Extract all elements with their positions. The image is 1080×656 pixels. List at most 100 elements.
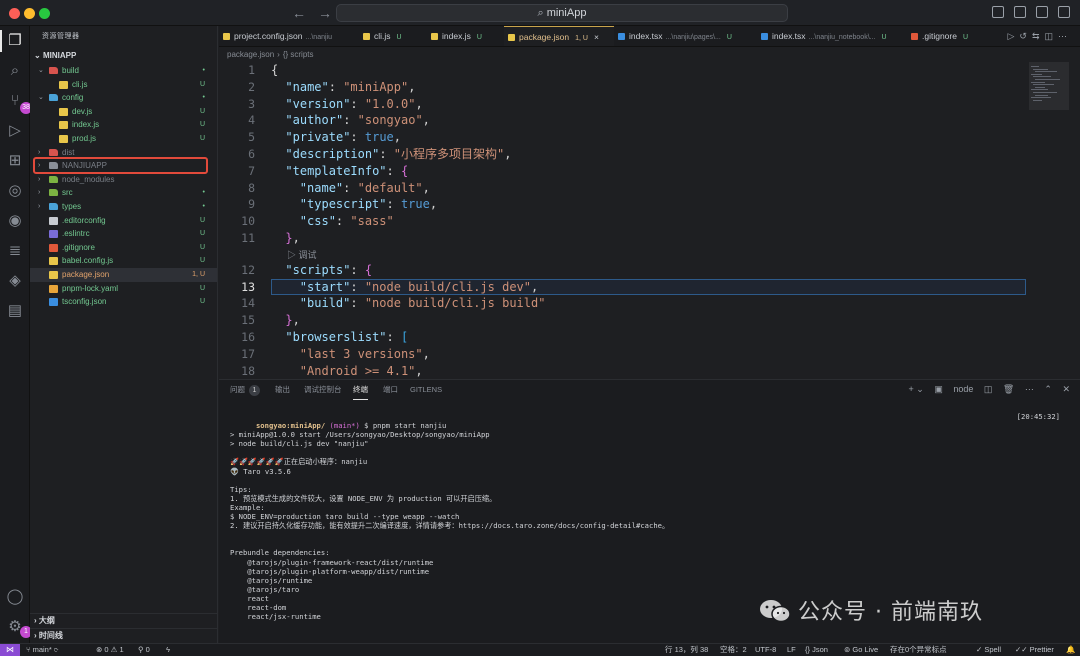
- zoom-window-button[interactable]: [39, 8, 50, 19]
- toggle-secondary-sidebar-icon[interactable]: [1036, 6, 1048, 18]
- git-status-badge: U: [199, 230, 205, 238]
- git-status-badge: U: [199, 216, 205, 224]
- tree-file[interactable]: dev.js U: [30, 105, 217, 119]
- account-icon[interactable]: ◯: [6, 588, 24, 606]
- tree-file[interactable]: prod.js U: [30, 132, 217, 146]
- remote-indicator-icon[interactable]: ⋈: [0, 644, 20, 656]
- exception-breakpoints[interactable]: 存在0个异常标点: [890, 644, 947, 656]
- language-mode[interactable]: {} Json: [805, 644, 828, 656]
- more-actions-icon[interactable]: ⋯: [1058, 31, 1072, 41]
- minimize-window-button[interactable]: [24, 8, 35, 19]
- database-icon[interactable]: ≣: [6, 242, 24, 260]
- editor-tab[interactable]: cli.js U: [359, 26, 427, 46]
- layers-icon[interactable]: ◈: [6, 272, 24, 290]
- close-tab-icon[interactable]: ×: [594, 32, 599, 42]
- spell-check[interactable]: ✓ Spell: [976, 644, 1001, 656]
- editor-tab[interactable]: index.tsx ...\nanjiu_notebook\... U: [757, 26, 907, 46]
- tree-folder[interactable]: ⌄ config •: [30, 91, 217, 105]
- outline-section[interactable]: › 大纲: [30, 613, 218, 627]
- terminal-shell[interactable]: ▣ node: [934, 384, 973, 394]
- line-number: 16: [241, 330, 255, 344]
- history-icon[interactable]: ↺: [1019, 31, 1032, 41]
- panel-tab[interactable]: 终端: [353, 380, 368, 400]
- forward-arrow-icon[interactable]: →: [318, 5, 332, 21]
- chevron-right-icon[interactable]: ›: [38, 186, 46, 200]
- file-icon: [431, 33, 438, 40]
- chevron-right-icon[interactable]: ›: [38, 200, 46, 214]
- indentation[interactable]: 空格：2: [720, 644, 747, 656]
- tree-file[interactable]: tsconfig.json U: [30, 295, 217, 309]
- warning-count: 1: [119, 645, 124, 654]
- split-editor-icon[interactable]: ◫: [1044, 31, 1058, 41]
- settings-gear-icon[interactable]: ⚙ 1: [6, 618, 32, 638]
- breadcrumb-file[interactable]: package.json: [227, 50, 274, 59]
- library-icon[interactable]: ▤: [6, 302, 24, 320]
- tree-file[interactable]: .eslintrc U: [30, 227, 217, 241]
- command-center-search[interactable]: ⌕ miniApp: [336, 4, 788, 22]
- explorer-icon[interactable]: ❐: [6, 32, 24, 50]
- panel-tab[interactable]: 输出: [275, 380, 290, 400]
- editor-tab[interactable]: .gitignore U: [907, 26, 985, 46]
- end-of-line[interactable]: LF: [787, 644, 796, 656]
- terminal-output[interactable]: songyao:miniApp/ (main*) $ pnpm start na…: [230, 412, 1070, 621]
- run-debug-icon[interactable]: ▷: [6, 122, 24, 140]
- tree-file[interactable]: .editorconfig U: [30, 214, 217, 228]
- workspace-section-header[interactable]: ⌄ MINIAPP: [30, 48, 217, 64]
- chevron-right-icon[interactable]: ›: [38, 173, 46, 187]
- minimap-viewport[interactable]: [1029, 62, 1069, 110]
- tree-file[interactable]: index.js U: [30, 118, 217, 132]
- timeline-section[interactable]: › 时间线: [30, 628, 218, 642]
- split-terminal-icon[interactable]: ◫: [984, 384, 993, 394]
- tree-file[interactable]: cli.js U: [30, 78, 217, 92]
- customize-layout-icon[interactable]: [1058, 6, 1070, 18]
- source-control-icon[interactable]: ⑂ 38: [6, 92, 32, 114]
- close-window-button[interactable]: [9, 8, 20, 19]
- tree-folder[interactable]: › types •: [30, 200, 217, 214]
- gitlens-icon[interactable]: ◉: [6, 212, 24, 230]
- remote-icon[interactable]: ◎: [6, 182, 24, 200]
- more-icon[interactable]: ⋯: [1025, 384, 1034, 394]
- encoding[interactable]: UTF-8: [755, 644, 776, 656]
- kill-terminal-icon[interactable]: 🗑: [1003, 384, 1014, 394]
- notifications-icon[interactable]: 🔔: [1066, 644, 1075, 656]
- ports-indicator[interactable]: ⚲ 0: [138, 644, 150, 656]
- tree-file[interactable]: package.json 1, U: [30, 267, 217, 282]
- panel-tab[interactable]: GITLENS: [410, 380, 442, 400]
- lightning-icon[interactable]: ϟ: [166, 644, 170, 656]
- toggle-sidebar-icon[interactable]: [992, 6, 1004, 18]
- tree-file[interactable]: .gitignore U: [30, 241, 217, 255]
- cursor-position[interactable]: 行 13，列 38: [665, 644, 708, 656]
- editor-tab[interactable]: project.config.json ...\nanjiu: [219, 26, 359, 46]
- search-icon[interactable]: ⌕: [6, 62, 24, 80]
- go-live-button[interactable]: ⊚ Go Live: [844, 644, 878, 656]
- new-terminal-icon[interactable]: + ⌄: [909, 384, 924, 394]
- prettier[interactable]: ✓✓ Prettier: [1015, 644, 1054, 656]
- run-icon[interactable]: ▷: [1007, 31, 1019, 41]
- panel-tab[interactable]: 问题 1: [230, 380, 260, 400]
- code-text: "build": "node build/cli.js build": [300, 295, 546, 312]
- tree-folder[interactable]: ⌄ build •: [30, 64, 217, 78]
- editor-tab[interactable]: index.js U: [427, 26, 504, 46]
- branch-indicator[interactable]: ⑂ main* ⟳: [26, 644, 58, 656]
- tree-folder[interactable]: › src •: [30, 186, 217, 200]
- extensions-icon[interactable]: ⊞: [6, 152, 24, 170]
- breadcrumb-symbol[interactable]: {} scripts: [283, 50, 314, 59]
- tree-folder[interactable]: › node_modules: [30, 173, 217, 187]
- tree-file[interactable]: babel.config.js U: [30, 254, 217, 268]
- editor-tab[interactable]: index.tsx ...\nanjiu\pages\... U: [614, 26, 757, 46]
- problems-indicator[interactable]: ⊗ 0 ⚠ 1: [96, 644, 124, 656]
- back-arrow-icon[interactable]: ←: [292, 5, 306, 21]
- close-panel-icon[interactable]: ✕: [1062, 384, 1070, 394]
- panel-tab[interactable]: 调试控制台: [304, 380, 342, 400]
- maximize-panel-icon[interactable]: ⌃: [1044, 384, 1052, 394]
- code-editor[interactable]: 1{2 "name": "miniApp", 3 "version": "1.0.0"…: [219, 62, 1029, 378]
- toggle-panel-icon[interactable]: [1014, 6, 1026, 18]
- chevron-down-icon[interactable]: ⌄: [38, 91, 46, 105]
- chevron-down-icon[interactable]: ⌄: [38, 64, 46, 78]
- editor-tab[interactable]: package.json 1, U ×: [504, 26, 614, 46]
- code-token: :: [350, 296, 365, 311]
- panel-tab[interactable]: 端口: [383, 380, 398, 400]
- compare-icon[interactable]: ⇆: [1032, 31, 1045, 41]
- tree-file[interactable]: pnpm-lock.yaml U: [30, 282, 217, 296]
- codelens-debug[interactable]: ▷ 调试: [287, 248, 317, 262]
